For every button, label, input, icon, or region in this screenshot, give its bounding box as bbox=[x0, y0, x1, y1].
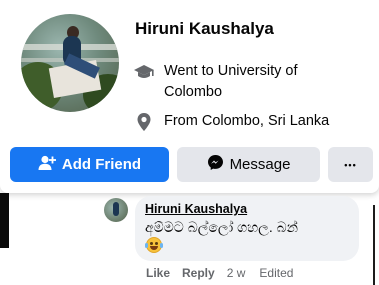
education-prefix: Went to bbox=[164, 63, 218, 79]
background-strip-white bbox=[0, 248, 9, 285]
reply-button[interactable]: Reply bbox=[182, 266, 215, 280]
comment-timestamp[interactable]: 2 w bbox=[227, 266, 246, 280]
edited-label: Edited bbox=[259, 266, 294, 280]
add-person-icon bbox=[38, 155, 62, 175]
message-label: Message bbox=[229, 156, 291, 173]
profile-name[interactable]: Hiruni Kaushalya bbox=[135, 19, 274, 39]
background-strip bbox=[0, 193, 9, 248]
comment-avatar[interactable] bbox=[104, 198, 128, 222]
comment-text: අම්මට බල්ලෝ ගහල. බන් bbox=[145, 219, 298, 235]
profile-avatar[interactable] bbox=[21, 14, 119, 112]
more-dots-icon: ••• bbox=[344, 159, 357, 170]
thread-line bbox=[373, 205, 375, 285]
profile-hover-card: Hiruni Kaushalya Went to University of C… bbox=[0, 0, 379, 193]
laughing-tears-emoji-icon bbox=[145, 237, 163, 253]
education-text: Went to University of Colombo bbox=[164, 61, 323, 103]
messenger-icon bbox=[207, 154, 230, 175]
map-pin-icon bbox=[133, 111, 155, 133]
location-prefix: From bbox=[164, 113, 202, 129]
comment-actions: Like Reply 2 w Edited bbox=[146, 266, 307, 280]
location-row: From Colombo, Sri Lanka bbox=[133, 111, 329, 133]
add-friend-button[interactable]: Add Friend bbox=[10, 147, 169, 182]
message-button[interactable]: Message bbox=[177, 147, 320, 182]
more-options-button[interactable]: ••• bbox=[328, 147, 373, 182]
comment-author[interactable]: Hiruni Kaushalya bbox=[145, 202, 247, 216]
add-friend-label: Add Friend bbox=[61, 156, 142, 173]
location-link[interactable]: Colombo, Sri Lanka bbox=[202, 113, 329, 129]
like-button[interactable]: Like bbox=[146, 266, 170, 280]
graduation-cap-icon bbox=[133, 61, 155, 83]
education-row: Went to University of Colombo bbox=[133, 61, 323, 103]
location-text: From Colombo, Sri Lanka bbox=[164, 111, 329, 133]
